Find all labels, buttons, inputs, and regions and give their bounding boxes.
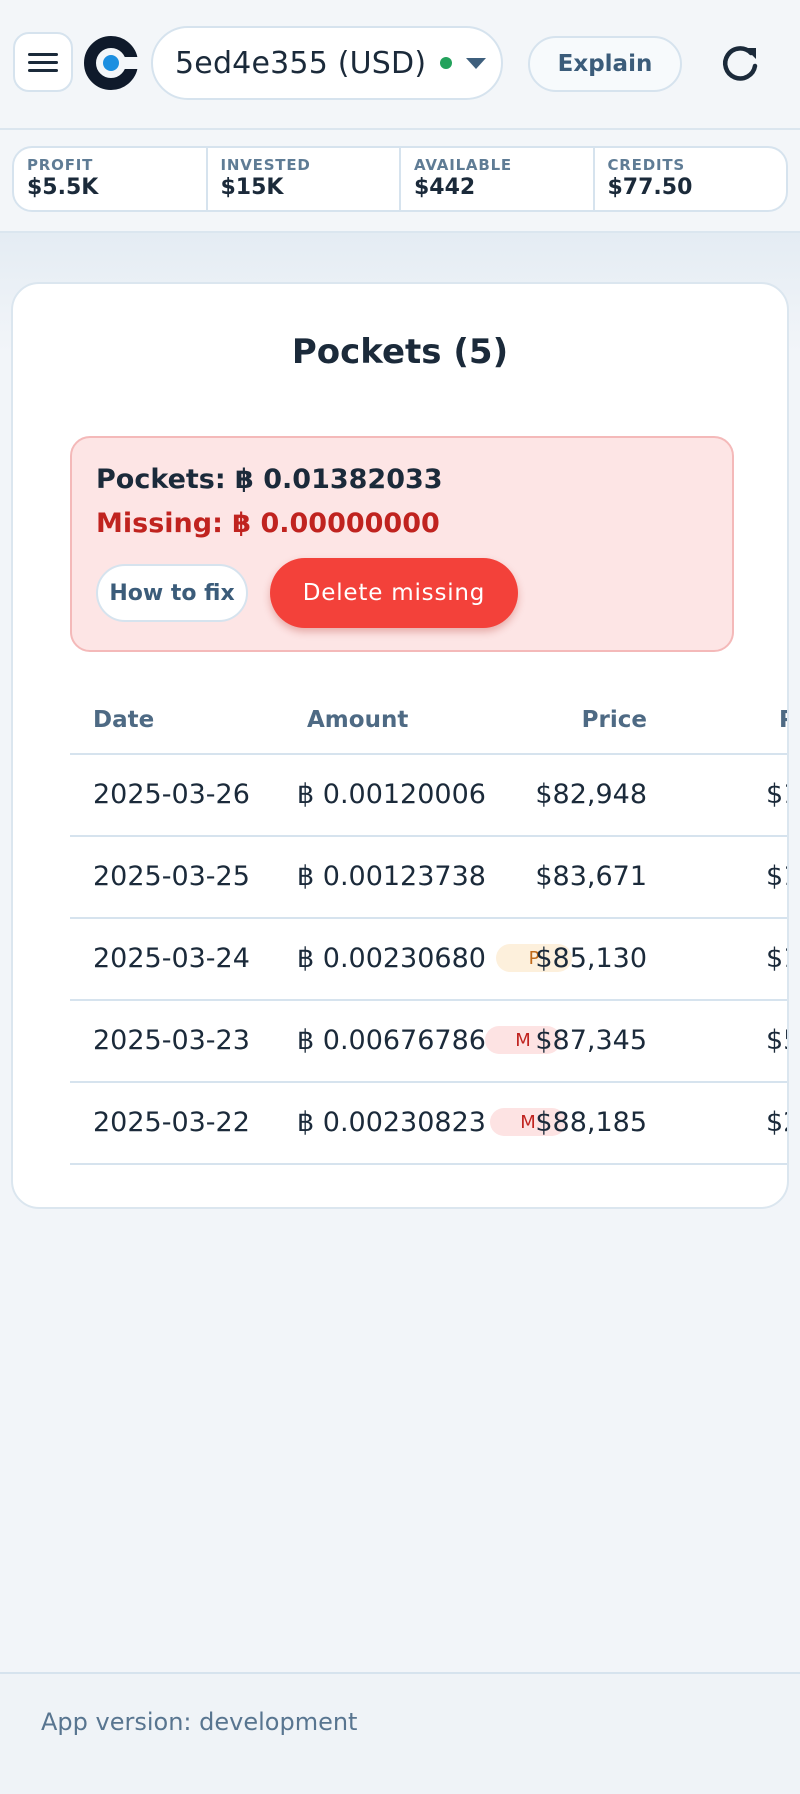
menu-button[interactable] — [13, 32, 73, 92]
table-row[interactable]: 2025-03-22 ฿ 0.00230823 M $88,185 $20 — [70, 1083, 787, 1165]
stat-value: $442 — [414, 175, 476, 200]
stats-bar: PROFIT $5.5K INVESTED $15K AVAILABLE $44… — [0, 130, 800, 233]
chevron-down-icon — [466, 57, 487, 69]
cell-paid: $59 — [766, 1025, 787, 1056]
cell-price: $85,130 — [535, 943, 647, 974]
cell-date: 2025-03-22 — [93, 1107, 250, 1138]
cell-amount: ฿ 0.00123738 — [297, 861, 486, 892]
stat-credits[interactable]: CREDITS $77.50 — [592, 148, 787, 210]
stat-label: AVAILABLE — [414, 156, 512, 174]
status-dot — [440, 57, 453, 69]
cell-paid: $19 — [766, 943, 787, 974]
cell-amount: ฿ 0.00120006 — [297, 779, 486, 810]
cell-date: 2025-03-24 — [93, 943, 250, 974]
pockets-card: Pockets (5) Pockets: ฿ 0.01382033 Missin… — [11, 282, 789, 1209]
table-row[interactable]: 2025-03-25 ฿ 0.00123738 $83,671 $10 — [70, 837, 787, 919]
stat-label: PROFIT — [27, 156, 94, 174]
app-version: App version: development — [41, 1708, 358, 1736]
missing-total: Missing: ฿ 0.00000000 — [96, 508, 440, 539]
top-bar: 5ed4e355 (USD) Explain — [0, 0, 800, 130]
cell-paid: $20 — [766, 1107, 787, 1138]
cell-date: 2025-03-26 — [93, 779, 250, 810]
stat-value: $77.50 — [607, 175, 693, 200]
cell-price: $87,345 — [535, 1025, 647, 1056]
stats-panel: PROFIT $5.5K INVESTED $15K AVAILABLE $44… — [12, 146, 788, 212]
stat-value: $15K — [220, 175, 284, 200]
column-header-date[interactable]: Date — [93, 707, 154, 733]
table-row[interactable]: 2025-03-23 ฿ 0.00676786 M $87,345 $59 — [70, 1001, 787, 1083]
stat-label: INVESTED — [220, 156, 311, 174]
stat-available[interactable]: AVAILABLE $442 — [399, 148, 593, 210]
footer: App version: development — [0, 1672, 800, 1794]
cell-price: $82,948 — [535, 779, 647, 810]
card-title: Pockets (5) — [291, 332, 509, 372]
account-selector[interactable]: 5ed4e355 (USD) — [151, 26, 503, 100]
column-header-amount[interactable]: Amount — [307, 707, 408, 733]
refresh-icon[interactable] — [718, 42, 762, 86]
explain-button[interactable]: Explain — [528, 36, 682, 92]
stat-value: $5.5K — [27, 175, 99, 200]
column-header-paid[interactable]: Paid — [779, 707, 787, 733]
cell-date: 2025-03-25 — [93, 861, 250, 892]
cell-paid: $10 — [766, 779, 787, 810]
missing-alert: Pockets: ฿ 0.01382033 Missing: ฿ 0.00000… — [70, 436, 734, 652]
stat-profit[interactable]: PROFIT $5.5K — [14, 148, 206, 210]
cell-price: $88,185 — [535, 1107, 647, 1138]
how-to-fix-button[interactable]: How to fix — [96, 564, 248, 622]
table-row[interactable]: 2025-03-24 ฿ 0.00230680 P $85,130 $19 — [70, 919, 787, 1001]
app-logo[interactable] — [83, 35, 139, 91]
cell-amount: ฿ 0.00230823 — [297, 1107, 486, 1138]
pockets-total: Pockets: ฿ 0.01382033 — [96, 464, 443, 495]
cell-amount: ฿ 0.00676786 — [297, 1025, 486, 1056]
cell-amount: ฿ 0.00230680 — [297, 943, 486, 974]
stat-invested[interactable]: INVESTED $15K — [205, 148, 400, 210]
cell-price: $83,671 — [535, 861, 647, 892]
cell-date: 2025-03-23 — [93, 1025, 250, 1056]
cell-paid: $10 — [766, 861, 787, 892]
pockets-table: Date Amount Price Paid 2025-03-26 ฿ 0.00… — [70, 699, 787, 1165]
stat-label: CREDITS — [607, 156, 685, 174]
table-row[interactable]: 2025-03-26 ฿ 0.00120006 $82,948 $10 — [70, 755, 787, 837]
table-header: Date Amount Price Paid — [70, 699, 787, 755]
column-header-price[interactable]: Price — [582, 707, 647, 733]
account-name: 5ed4e355 (USD) — [175, 45, 427, 81]
delete-missing-button[interactable]: Delete missing — [270, 558, 518, 628]
menu-icon — [28, 48, 58, 77]
